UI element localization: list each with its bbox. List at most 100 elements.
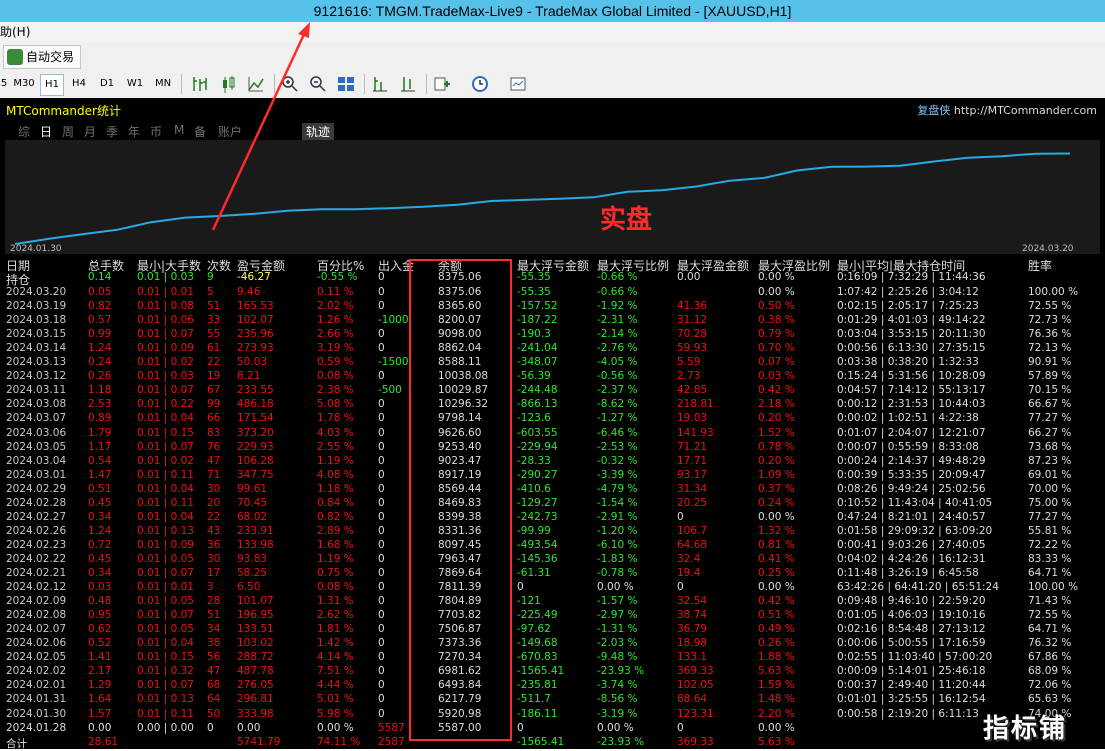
table-row[interactable]: 2024.02.05 1.41 0.01 | 0.15 56 288.72 4.14 % 0… xyxy=(0,651,1105,665)
table-cell: 0.01 | 0.11 xyxy=(137,496,194,509)
table-row[interactable]: 2024.03.01 1.47 0.01 | 0.11 71 347.75 4.08 % 0… xyxy=(0,469,1105,483)
table-row[interactable]: 2024.02.27 0.34 0.01 | 0.04 22 68.02 0.82 % 0 8… xyxy=(0,511,1105,525)
autotrade-button[interactable]: 自动交易 xyxy=(3,45,82,69)
table-row[interactable]: 2024.02.22 0.45 0.01 | 0.05 30 93.83 1.19 % 0 7… xyxy=(0,553,1105,567)
table-row[interactable]: 2024.02.02 2.17 0.01 | 0.32 47 487.78 7.51 % 0… xyxy=(0,665,1105,679)
table-cell: 102.05 xyxy=(677,679,714,692)
indicators-icon[interactable] xyxy=(432,74,452,94)
window-title: 9121616: TMGM.TradeMax-Live9 - TradeMax … xyxy=(0,0,1105,22)
line-chart-icon[interactable] xyxy=(246,74,266,94)
tf-h1[interactable]: H1 xyxy=(40,74,64,96)
tf-5[interactable]: 5 xyxy=(0,74,8,94)
tf-h4[interactable]: H4 xyxy=(68,74,90,94)
table-row[interactable]: 2024.03.20 0.05 0.01 | 0.01 5 9.46 0.11 % 0 837… xyxy=(0,286,1105,300)
table-cell: 0 xyxy=(378,651,385,664)
table-row[interactable]: 2024.03.13 0.24 0.01 | 0.02 22 50.03 0.59 % -1… xyxy=(0,356,1105,370)
templates-icon[interactable] xyxy=(508,74,528,94)
tab-bei[interactable]: 备 xyxy=(194,123,206,140)
tab-bi[interactable]: 币 xyxy=(150,123,162,140)
candle-chart-icon[interactable] xyxy=(218,74,238,94)
site-link[interactable]: 复盘侠 http://MTCommander.com xyxy=(917,102,1097,118)
table-row[interactable]: 2024.03.05 1.17 0.01 | 0.07 76 229.93 2.55 % 0… xyxy=(0,441,1105,455)
table-row[interactable]: 2024.01.31 1.64 0.01 | 0.13 64 296.81 5.01 % 0… xyxy=(0,693,1105,707)
table-row[interactable]: 2024.02.09 0.48 0.01 | 0.05 28 101.07 1.31 % 0… xyxy=(0,595,1105,609)
zoom-in-icon[interactable] xyxy=(280,74,300,94)
table-row[interactable]: 2024.02.28 0.45 0.01 | 0.11 20 70.45 0.84 % 0 8… xyxy=(0,497,1105,511)
table-row[interactable]: 2024.03.11 1.18 0.01 | 0.07 67 233.55 2.38 % -… xyxy=(0,384,1105,398)
table-cell: -1.31 % xyxy=(597,623,638,636)
table-row[interactable]: 2024.02.26 1.24 0.01 | 0.13 43 233.91 2.89 % 0… xyxy=(0,525,1105,539)
tab-ji[interactable]: 季 xyxy=(106,123,118,140)
position-cell: 0:16:09 | 7:32:29 | 11:44:36 xyxy=(837,271,986,283)
tab-zhou[interactable]: 周 xyxy=(62,123,74,140)
table-row[interactable]: 2024.01.30 1.57 0.01 | 0.11 50 333.98 5.98 % 0… xyxy=(0,708,1105,722)
table-cell: 0 xyxy=(378,567,385,579)
table-cell: 333.98 xyxy=(237,707,274,720)
table-row[interactable]: 2024.02.08 0.95 0.01 | 0.07 51 196.95 2.62 % 0… xyxy=(0,609,1105,623)
table-cell: -6.46 % xyxy=(597,426,638,439)
table-cell: 0.01 | 0.07 xyxy=(137,384,194,397)
table-cell: 0.52 xyxy=(88,637,112,650)
tab-yue[interactable]: 月 xyxy=(84,123,96,140)
table-cell: 0.49 % xyxy=(758,623,795,636)
site-cn: 复盘侠 xyxy=(917,104,951,117)
table-row[interactable]: 2024.03.08 2.53 0.01 | 0.22 99 486.18 5.08 % 0… xyxy=(0,398,1105,412)
tf-d1[interactable]: D1 xyxy=(96,74,118,94)
table-cell: 1.26 % xyxy=(317,314,354,327)
table-cell: 1.78 % xyxy=(317,412,354,425)
table-row[interactable]: 2024.01.28 0.00 0.00 | 0.00 0 0.00 0.00 % 5587… xyxy=(0,722,1105,736)
table-cell: 0.01 | 0.01 xyxy=(137,581,194,594)
table-cell: 38 xyxy=(207,637,221,650)
table-row[interactable]: 2024.03.12 0.26 0.01 | 0.03 19 8.21 0.08 % 0 10… xyxy=(0,370,1105,384)
periods-clock-icon[interactable] xyxy=(470,74,490,94)
table-row[interactable]: 2024.03.07 0.89 0.01 | 0.04 66 171.54 1.78 % 0… xyxy=(0,412,1105,426)
balance-highlight-box xyxy=(409,259,512,741)
table-cell: 22 xyxy=(207,510,221,523)
table-row[interactable]: 2024.03.18 0.57 0.01 | 0.06 33 102.07 1.26 % -… xyxy=(0,314,1105,328)
table-row[interactable]: 2024.02.12 0.03 0.01 | 0.01 3 6.50 0.08 % 0 781… xyxy=(0,581,1105,595)
tab-ri[interactable]: 日 xyxy=(40,123,52,140)
tab-account[interactable]: 账户 xyxy=(218,123,242,140)
table-cell: 5.01 % xyxy=(317,693,354,706)
tab-trace[interactable]: 轨迹 xyxy=(302,123,335,140)
table-row[interactable]: 2024.02.21 0.34 0.01 | 0.07 17 58.25 0.75 % 0 7… xyxy=(0,567,1105,581)
table-cell: 0 xyxy=(378,440,385,453)
table-row[interactable]: 2024.03.15 0.99 0.01 | 0.07 55 235.96 2.66 % 0… xyxy=(0,328,1105,342)
position-row[interactable]: 持仓 0.14 0.01 | 0.03 9 -46.27 -0.55 % 0 8375.06-… xyxy=(0,271,1105,287)
chart-shift-icon[interactable] xyxy=(370,74,390,94)
table-cell: 99 xyxy=(207,398,221,411)
table-cell: 1.29 xyxy=(88,679,112,692)
table-cell: 0.38 % xyxy=(758,314,795,327)
table-cell: 0.01 | 0.02 xyxy=(137,454,194,467)
table-cell: 218.81 xyxy=(677,398,714,411)
table-cell: 0.51 xyxy=(88,482,112,495)
tab-zong[interactable]: 综 xyxy=(18,123,30,140)
tile-windows-icon[interactable] xyxy=(336,74,356,94)
tab-m[interactable]: M xyxy=(174,123,184,137)
menu-help[interactable]: 助(H) xyxy=(0,25,30,39)
table-row[interactable]: 2024.02.01 1.29 0.01 | 0.07 68 276.05 4.44 % 0… xyxy=(0,679,1105,693)
tf-w1[interactable]: W1 xyxy=(124,74,146,94)
table-row[interactable]: 2024.02.07 0.62 0.01 | 0.05 34 133.51 1.81 % 0… xyxy=(0,623,1105,637)
table-cell: 2024.03.15 xyxy=(6,328,67,341)
table-row[interactable]: 2024.02.06 0.52 0.01 | 0.04 38 103.02 1.42 % 0… xyxy=(0,637,1105,651)
table-row[interactable]: 2024.02.23 0.72 0.01 | 0.09 36 133.98 1.68 % 0… xyxy=(0,539,1105,553)
table-row[interactable]: 2024.03.19 0.82 0.01 | 0.08 51 165.53 2.02 % 0… xyxy=(0,300,1105,314)
tf-mn[interactable]: MN xyxy=(152,74,174,94)
table-row[interactable]: 2024.03.14 1.24 0.01 | 0.09 61 273.93 3.19 % 0… xyxy=(0,342,1105,356)
table-cell: 32.54 xyxy=(677,595,708,608)
table-row[interactable]: 2024.02.29 0.51 0.01 | 0.04 30 99.61 1.18 % 0 8… xyxy=(0,483,1105,497)
table-cell: 0.01 | 0.04 xyxy=(137,637,194,650)
zoom-out-icon[interactable] xyxy=(308,74,328,94)
autoscroll-icon[interactable] xyxy=(398,74,418,94)
table-cell: 2024.02.01 xyxy=(6,679,67,692)
tab-nian[interactable]: 年 xyxy=(128,123,140,140)
table-cell: -55.35 xyxy=(517,286,551,298)
table-row[interactable]: 2024.03.04 0.54 0.01 | 0.02 47 106.28 1.19 % 0… xyxy=(0,455,1105,469)
tf-m30[interactable]: M30 xyxy=(12,74,36,94)
table-cell: 0.34 xyxy=(88,567,112,579)
table-row[interactable]: 2024.03.06 1.79 0.01 | 0.15 83 373.20 4.03 % 0… xyxy=(0,427,1105,441)
table-cell: 0:00:24 | 2:14:37 | 49:48:29 xyxy=(837,454,986,467)
bar-chart-icon[interactable] xyxy=(190,74,210,94)
table-cell: 7.51 % xyxy=(317,665,354,678)
